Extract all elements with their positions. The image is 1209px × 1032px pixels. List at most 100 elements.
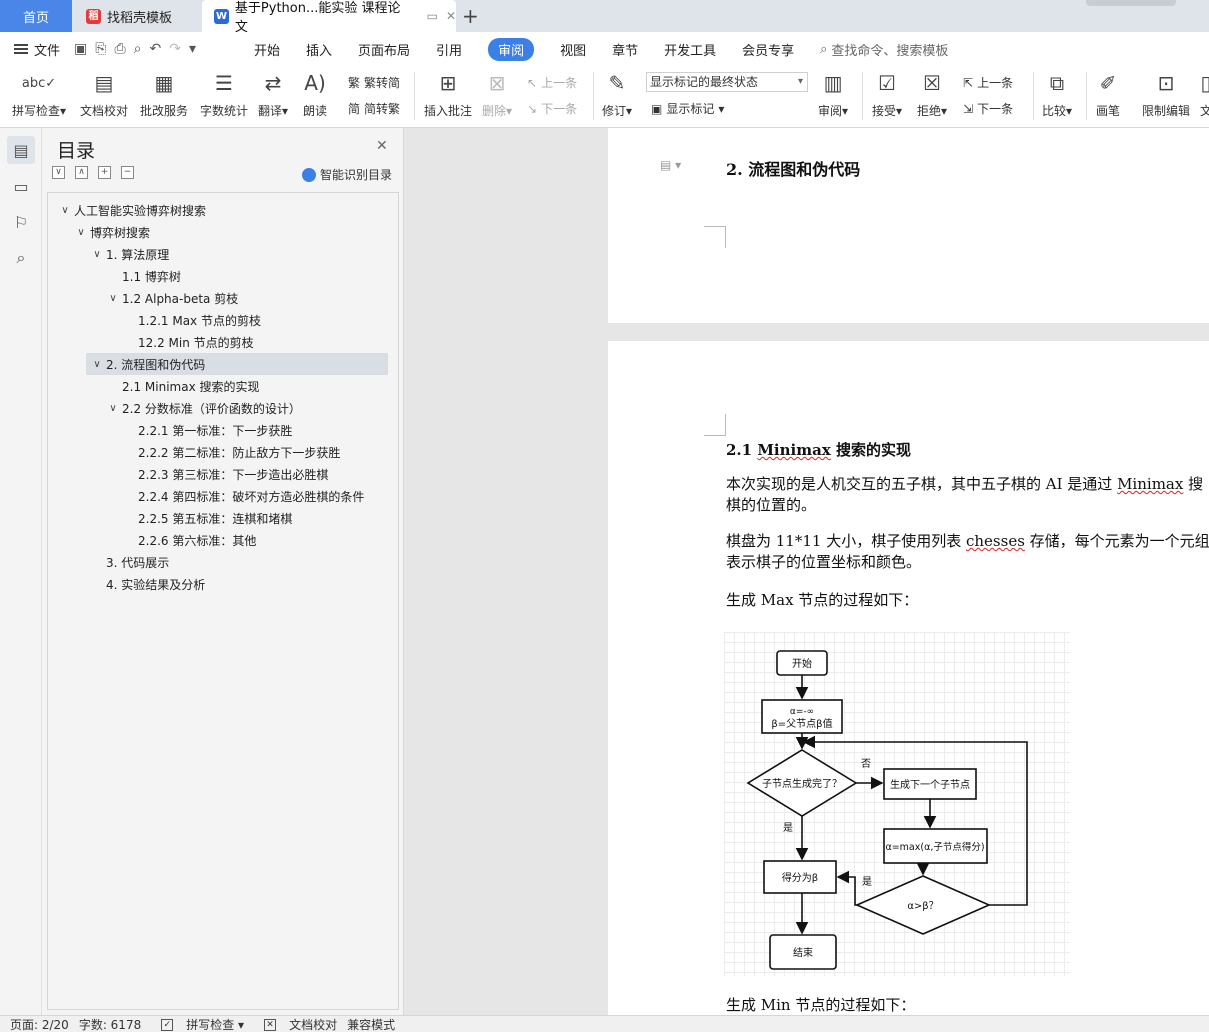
menu-layout[interactable]: 页面布局: [358, 40, 410, 59]
toc-item[interactable]: ∨ 1. 算法原理: [90, 243, 169, 265]
toc-item[interactable]: 4. 实验结果及分析: [90, 573, 205, 595]
search-icon[interactable]: ⌕: [7, 244, 35, 272]
menu-review[interactable]: 审阅: [488, 37, 535, 61]
prev-change-button[interactable]: ⇱ 上一条: [963, 74, 1013, 91]
toc-caret[interactable]: ∨: [106, 403, 120, 414]
toc-caret[interactable]: ∨: [74, 227, 88, 238]
remove-heading-icon[interactable]: −: [121, 166, 134, 179]
prev-change-icon: ⇱: [963, 75, 974, 90]
status-spellcheck[interactable]: ✓ 拼写检查 ▾: [151, 1016, 244, 1032]
toc-caret[interactable]: ∨: [90, 359, 104, 370]
toc-item[interactable]: 2.2.3 第三标准：下一步造出必胜棋: [122, 463, 328, 485]
expand-all-icon[interactable]: ∧: [75, 166, 88, 179]
doc-proof-button[interactable]: ▤ 文档校对: [80, 68, 128, 119]
review-pane-button[interactable]: ▥ 审阅▾: [818, 68, 848, 119]
spellcheck-button[interactable]: abc✓ 拼写检查▾: [12, 68, 66, 119]
doc-encrypt-icon: ▯: [1200, 71, 1209, 95]
markup-state-select[interactable]: 显示标记的最终状态: [646, 72, 808, 92]
show-markup-button[interactable]: ▣ 显示标记 ▾: [651, 100, 724, 117]
chapter-icon[interactable]: ▭: [7, 172, 35, 200]
toc-item[interactable]: 2.2.6 第六标准：其他: [122, 529, 256, 551]
toc-item[interactable]: 1.2.1 Max 节点的剪枝: [122, 309, 261, 331]
menu-member[interactable]: 会员专享: [742, 40, 794, 59]
toc-item[interactable]: 2.2.5 第五标准：连棋和堵棋: [122, 507, 292, 529]
toc-item[interactable]: ∨ 博弈树搜索: [74, 221, 150, 243]
translate-button[interactable]: ⇄ 翻译▾: [258, 68, 288, 119]
document-page[interactable]: 2.1 Minimax 搜索的实现 本次实现的是人机交互的五子棋，其中五子棋的 …: [608, 341, 1209, 1015]
simp-to-trad-button[interactable]: 简 简转繁: [348, 100, 400, 117]
menu-devtools[interactable]: 开发工具: [664, 40, 716, 59]
status-proof[interactable]: ✕ 文档校对: [254, 1016, 337, 1032]
collapse-all-icon[interactable]: ∨: [52, 166, 65, 179]
prev-comment-button[interactable]: ↖ 上一条: [527, 74, 577, 91]
toc-item[interactable]: ∨ 2.2 分数标准（评价函数的设计）: [106, 397, 301, 419]
preview-icon[interactable]: ⌕: [134, 41, 142, 57]
close-tab-icon[interactable]: ✕: [446, 9, 456, 23]
toc-item[interactable]: ∨ 1.2 Alpha-beta 剪枝: [106, 287, 238, 309]
toc-item[interactable]: 3. 代码展示: [90, 551, 169, 573]
status-spellcheck-label: 拼写检查: [186, 1017, 235, 1032]
toc-item[interactable]: 12.2 Min 节点的剪枝: [122, 331, 254, 353]
document-page[interactable]: ▤ ▾ 2. 流程图和伪代码: [608, 128, 1209, 323]
word-count[interactable]: 字数: 6178: [79, 1016, 141, 1032]
insert-comment-button[interactable]: ⊞ 插入批注: [424, 68, 472, 119]
print-icon[interactable]: ⎙: [114, 41, 125, 57]
review-pane-label: 审阅: [818, 104, 843, 118]
tab-template[interactable]: 稻 找稻壳模板: [72, 0, 200, 32]
file-menu[interactable]: 文件: [0, 40, 74, 59]
new-tab-button[interactable]: +: [462, 4, 479, 28]
track-changes-button[interactable]: ✎ 修订▾: [602, 68, 632, 119]
read-aloud-button[interactable]: A) 朗读: [303, 68, 327, 119]
toc-caret[interactable]: ∨: [90, 249, 104, 260]
toc-item[interactable]: 2.2.2 第二标准：防止敌方下一步获胜: [122, 441, 340, 463]
add-heading-icon[interactable]: +: [98, 166, 111, 179]
delete-comment-button[interactable]: ⊠ 删除▾: [482, 68, 512, 119]
command-search[interactable]: ⌕ 查找命令、搜索模板: [820, 40, 948, 59]
menu-start[interactable]: 开始: [254, 40, 280, 59]
toc-item[interactable]: 2.2.4 第四标准：破坏对方造必胜棋的条件: [122, 485, 364, 507]
menu-section[interactable]: 章节: [612, 40, 638, 59]
toc-caret[interactable]: ∨: [106, 293, 120, 304]
page-indicator[interactable]: 页面: 2/20: [10, 1016, 69, 1032]
tab-home[interactable]: 首页: [0, 0, 72, 32]
document-canvas[interactable]: ▤ ▾ 2. 流程图和伪代码 2.1 Minimax 搜索的实现 本次实现的是人…: [404, 128, 1209, 1015]
toc-item[interactable]: 1.1 博弈树: [106, 265, 181, 287]
menu-reference[interactable]: 引用: [436, 40, 462, 59]
paragraph-1-line-2: 棋的位置的。: [726, 496, 817, 514]
bookmark-icon[interactable]: ⚐: [7, 208, 35, 236]
customize-icon[interactable]: ▾: [189, 41, 196, 57]
close-icon[interactable]: ✕: [376, 138, 388, 154]
save-icon[interactable]: ▣: [74, 41, 87, 57]
menu-insert[interactable]: 插入: [306, 40, 332, 59]
trad-to-simp-button[interactable]: 繁 繁转简: [348, 74, 400, 91]
tab-document[interactable]: W 基于Python...能实验 课程论文 ▭ ✕: [202, 0, 456, 35]
next-comment-button[interactable]: ↘ 下一条: [527, 100, 577, 117]
menu-view[interactable]: 视图: [560, 40, 586, 59]
toc-item[interactable]: ∨ 人工智能实验博弈树搜索: [58, 199, 206, 221]
toc-caret[interactable]: ∨: [58, 205, 72, 216]
toc-item-selected[interactable]: ∨ 2. 流程图和伪代码: [86, 353, 388, 375]
toc-item-label: 1. 算法原理: [106, 247, 170, 262]
doc-encrypt-button[interactable]: ▯ 文: [1200, 68, 1209, 119]
heading-2: 2. 流程图和伪代码: [726, 160, 861, 179]
reject-button[interactable]: ☒ 拒绝▾: [917, 68, 947, 119]
accept-button[interactable]: ☑ 接受▾: [872, 68, 902, 119]
undo-icon[interactable]: ↶: [149, 41, 161, 57]
redo-icon[interactable]: ↷: [169, 41, 181, 57]
export-icon[interactable]: ⎘: [95, 41, 106, 57]
pen-button[interactable]: ✐ 画笔: [1096, 68, 1120, 119]
accept-icon: ☑: [878, 71, 896, 95]
batch-service-button[interactable]: ▦ 批改服务: [140, 68, 188, 119]
toc-item[interactable]: 2.2.1 第一标准：下一步获胜: [122, 419, 292, 441]
restrict-edit-button[interactable]: ⊡ 限制编辑: [1142, 68, 1190, 119]
paragraph-menu-icon[interactable]: ▤ ▾: [660, 158, 681, 172]
word-count-button[interactable]: ☰ 字数统计: [200, 68, 248, 119]
toc-item[interactable]: 2.1 Minimax 搜索的实现: [106, 375, 260, 397]
compare-button[interactable]: ⧉ 比较▾: [1042, 68, 1072, 119]
toc-icon[interactable]: ▤: [7, 136, 35, 164]
max-node-flowchart[interactable]: 开始 α=-∞ β=父节点β值 子节点生成完了？ 否 生成下一个子节点 α=ma…: [724, 632, 1070, 976]
track-changes-icon: ✎: [608, 71, 626, 95]
pin-icon[interactable]: ▭: [427, 9, 438, 23]
next-change-button[interactable]: ⇲ 下一条: [963, 100, 1013, 117]
smart-detect-button[interactable]: 智能识别目录: [302, 166, 392, 183]
